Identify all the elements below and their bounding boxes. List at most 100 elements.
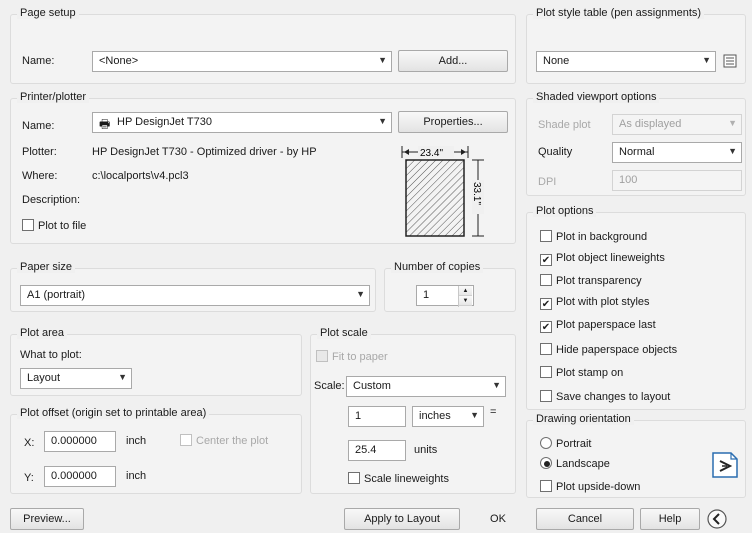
plot-style-value: None [543, 55, 570, 67]
fit-to-paper-label: Fit to paper [332, 351, 388, 363]
checkbox-box [22, 219, 34, 231]
scale-value: Custom [353, 380, 391, 392]
offset-x-label: X: [24, 437, 35, 449]
checkbox-box [540, 480, 552, 492]
radio-circle [540, 457, 552, 469]
chevron-down-icon: ▼ [356, 289, 365, 299]
plot-style-group: Plot style table (pen assignments) [526, 7, 746, 84]
plot-to-file-checkbox[interactable]: Plot to file [22, 219, 86, 235]
printer-name-label: Name: [22, 120, 55, 132]
save-changes-checkbox[interactable]: Save changes to layout [540, 390, 670, 406]
scale-select[interactable]: Custom ▼ [346, 376, 506, 397]
what-to-plot-value: Layout [27, 372, 61, 384]
shade-plot-label: Shade plot [538, 119, 591, 131]
offset-y-label: Y: [24, 472, 34, 484]
fit-to-paper-checkbox[interactable]: Fit to paper [316, 350, 388, 366]
help-button[interactable]: Help [640, 508, 700, 530]
plot-style-select[interactable]: None ▼ [536, 51, 716, 72]
plot-object-lineweights-checkbox[interactable]: ✔ Plot object lineweights [540, 252, 665, 268]
option-label: Plot stamp on [556, 367, 624, 379]
copies-value: 1 [423, 289, 430, 301]
plotter-label: Plotter: [22, 146, 57, 158]
chevron-down-icon: ▼ [378, 116, 387, 126]
properties-button[interactable]: Properties... [398, 111, 508, 133]
plot-offset-title: Plot offset (origin set to printable are… [17, 407, 210, 419]
dpi-label: DPI [538, 176, 557, 188]
plot-stamp-on-checkbox[interactable]: Plot stamp on [540, 366, 623, 382]
preview-button[interactable]: Preview... [10, 508, 84, 530]
page-setup-name-value: <None> [99, 55, 139, 67]
scale-unit1-select[interactable]: inches ▼ [412, 406, 484, 427]
preview-height-label: 33.1" [471, 182, 482, 205]
paper-size-select[interactable]: A1 (portrait) ▼ [20, 285, 370, 306]
checkbox-box [540, 366, 552, 378]
offset-x-unit: inch [126, 435, 147, 447]
check-icon: ✔ [540, 321, 552, 333]
scale-unit2-label: units [414, 444, 438, 456]
page-setup-title: Page setup [17, 7, 79, 19]
scale-equals: = [490, 406, 497, 418]
scale-lineweights-checkbox[interactable]: Scale lineweights [348, 472, 449, 488]
plot-in-background-checkbox[interactable]: Plot in background [540, 230, 647, 246]
description-label: Description: [22, 194, 81, 206]
shade-plot-select[interactable]: As displayed ▼ [612, 114, 742, 135]
page-setup-group: Page setup [10, 7, 516, 84]
offset-y-input[interactable]: 0.000000 [44, 466, 116, 487]
checkbox-box [180, 434, 192, 446]
option-label: Plot in background [556, 231, 648, 243]
plot-with-plot-styles-checkbox[interactable]: ✔ Plot with plot styles [540, 296, 650, 312]
plot-scale-title: Plot scale [317, 327, 371, 339]
dpi-input[interactable]: 100 [612, 170, 742, 191]
where-label: Where: [22, 170, 58, 182]
orientation-title: Drawing orientation [533, 413, 634, 425]
copies-spinner[interactable]: 1 ▲ ▼ [416, 285, 474, 307]
collapse-options-icon[interactable] [706, 508, 728, 530]
chevron-down-icon: ▼ [118, 372, 127, 382]
plot-to-file-label: Plot to file [38, 220, 87, 232]
copies-title: Number of copies [391, 261, 484, 273]
check-icon: ✔ [540, 298, 552, 310]
center-plot-checkbox[interactable]: Center the plot [180, 434, 268, 450]
quality-select[interactable]: Normal ▼ [612, 142, 742, 163]
add-button[interactable]: Add... [398, 50, 508, 72]
offset-x-input[interactable]: 0.000000 [44, 431, 116, 452]
apply-to-layout-button[interactable]: Apply to Layout [344, 508, 460, 530]
cancel-button[interactable]: Cancel [536, 508, 634, 530]
chevron-down-icon: ▼ [728, 118, 737, 128]
spin-up-icon[interactable]: ▲ [459, 286, 472, 296]
quality-value: Normal [619, 146, 655, 158]
scale-value1-input[interactable]: 1 [348, 406, 406, 427]
page-setup-name-select[interactable]: <None> ▼ [92, 51, 392, 72]
landscape-orientation-icon [710, 450, 740, 480]
edit-plot-style-icon[interactable] [722, 53, 738, 69]
plot-transparency-checkbox[interactable]: Plot transparency [540, 274, 642, 290]
printer-icon: 🖶 [99, 117, 111, 131]
printer-title: Printer/plotter [17, 91, 90, 103]
checkbox-box [540, 390, 552, 402]
paper-size-title: Paper size [17, 261, 75, 273]
preview-width-label: 23.4" [420, 148, 443, 159]
ok-button[interactable]: OK [466, 508, 530, 530]
what-to-plot-select[interactable]: Layout ▼ [20, 368, 132, 389]
portrait-radio[interactable]: Portrait [540, 437, 591, 453]
checkbox-box [540, 230, 552, 242]
check-icon: ✔ [540, 254, 552, 266]
what-to-plot-label: What to plot: [20, 349, 82, 361]
landscape-label: Landscape [556, 458, 610, 470]
checkbox-box [540, 343, 552, 355]
plot-upside-down-checkbox[interactable]: Plot upside-down [540, 480, 640, 496]
option-label: Plot paperspace last [556, 319, 656, 331]
printer-name-select[interactable]: 🖶 HP DesignJet T730 ▼ [92, 112, 392, 133]
plot-options-title: Plot options [533, 205, 597, 217]
plot-paperspace-last-checkbox[interactable]: ✔ Plot paperspace last [540, 319, 656, 335]
hide-paperspace-objects-checkbox[interactable]: Hide paperspace objects [540, 343, 677, 359]
upside-down-label: Plot upside-down [556, 481, 641, 493]
option-label: Plot with plot styles [556, 296, 650, 308]
spinner-buttons[interactable]: ▲ ▼ [458, 286, 472, 307]
option-label: Plot transparency [556, 275, 642, 287]
option-label: Save changes to layout [556, 391, 671, 403]
spin-down-icon[interactable]: ▼ [459, 296, 472, 306]
paper-preview: 23.4" 33.1" [401, 146, 484, 237]
scale-value2-input[interactable]: 25.4 [348, 440, 406, 461]
landscape-radio[interactable]: Landscape [540, 457, 610, 473]
